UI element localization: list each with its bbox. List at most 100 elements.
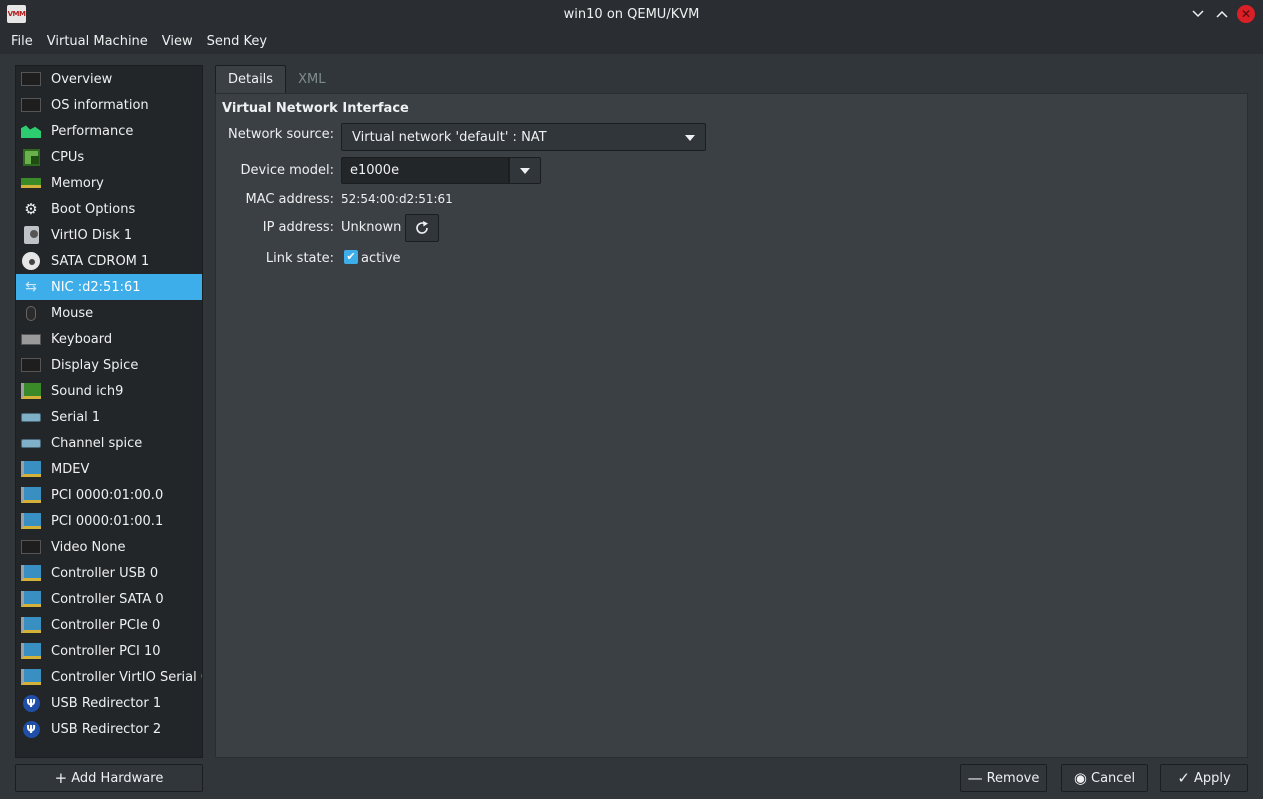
pci-card-icon bbox=[21, 460, 41, 478]
gear-icon: ⚙ bbox=[24, 200, 38, 218]
sidebar-item-overview[interactable]: Overview bbox=[16, 66, 202, 92]
sidebar-item-channel-spice[interactable]: Channel spice bbox=[16, 430, 202, 456]
performance-chart-icon bbox=[21, 122, 41, 140]
sidebar-item-label: PCI 0000:01:00.0 bbox=[51, 487, 164, 503]
cancel-label: Cancel bbox=[1091, 770, 1136, 786]
sidebar-item-label: Controller VirtIO Serial 0 bbox=[51, 669, 203, 685]
cancel-circle-icon: ◉ bbox=[1073, 769, 1088, 787]
monitor-icon bbox=[21, 538, 41, 556]
cpu-chip-icon bbox=[21, 148, 41, 166]
add-hardware-label: Add Hardware bbox=[71, 770, 164, 786]
sidebar-item-label: Controller PCI 10 bbox=[51, 643, 161, 659]
sidebar-item-nic-d2-51-61[interactable]: ⇆ NIC :d2:51:61 bbox=[16, 274, 202, 300]
sidebar-item-controller-usb-0[interactable]: Controller USB 0 bbox=[16, 560, 202, 586]
sidebar-item-sata-cdrom-1[interactable]: SATA CDROM 1 bbox=[16, 248, 202, 274]
sidebar-item-mouse[interactable]: Mouse bbox=[16, 300, 202, 326]
sidebar-item-os-information[interactable]: OS information bbox=[16, 92, 202, 118]
sidebar-item-controller-virtio-serial-0[interactable]: Controller VirtIO Serial 0 bbox=[16, 664, 202, 690]
cdrom-icon bbox=[21, 252, 41, 270]
chevron-up-icon bbox=[1216, 10, 1228, 18]
sidebar-item-label: SATA CDROM 1 bbox=[51, 253, 150, 269]
sidebar-item-usb-redirector-1[interactable]: Ψ USB Redirector 1 bbox=[16, 690, 202, 716]
hard-disk-icon bbox=[21, 226, 41, 244]
apply-button[interactable]: ✓ Apply bbox=[1160, 764, 1248, 792]
cancel-button[interactable]: ◉ Cancel bbox=[1061, 764, 1148, 792]
refresh-icon bbox=[416, 221, 428, 234]
sidebar-item-cpus[interactable]: CPUs bbox=[16, 144, 202, 170]
sidebar-item-serial-1[interactable]: Serial 1 bbox=[16, 404, 202, 430]
sidebar-item-label: USB Redirector 2 bbox=[51, 721, 162, 737]
details-panel: Details XML Virtual Network Interface Ne… bbox=[215, 65, 1248, 758]
serial-port-icon bbox=[21, 434, 41, 452]
sidebar-item-video-none[interactable]: Video None bbox=[16, 534, 202, 560]
sidebar-item-controller-sata-0[interactable]: Controller SATA 0 bbox=[16, 586, 202, 612]
add-hardware-button[interactable]: + Add Hardware bbox=[15, 764, 203, 792]
network-icon: ⇆ bbox=[25, 279, 37, 295]
ip-address-label: IP address: bbox=[262, 220, 334, 235]
sidebar-item-label: Channel spice bbox=[51, 435, 143, 451]
pci-card-icon bbox=[21, 486, 41, 504]
sidebar-item-usb-redirector-2[interactable]: Ψ USB Redirector 2 bbox=[16, 716, 202, 742]
device-model-input[interactable]: e1000e bbox=[341, 157, 509, 184]
ip-address-value: Unknown bbox=[341, 220, 402, 235]
tab-details[interactable]: Details bbox=[215, 65, 287, 93]
close-window-button[interactable]: ✕ bbox=[1237, 5, 1255, 23]
sidebar-item-label: VirtIO Disk 1 bbox=[51, 227, 133, 243]
menu-view[interactable]: View bbox=[155, 34, 200, 49]
device-model-value: e1000e bbox=[350, 163, 400, 178]
menu-bar: File Virtual Machine View Send Key bbox=[0, 29, 1263, 54]
sidebar-item-virtio-disk-1[interactable]: VirtIO Disk 1 bbox=[16, 222, 202, 248]
sidebar-item-boot-options[interactable]: ⚙ Boot Options bbox=[16, 196, 202, 222]
sidebar-item-pci-0000-01-00-0[interactable]: PCI 0000:01:00.0 bbox=[16, 482, 202, 508]
pci-card-icon bbox=[21, 590, 41, 608]
menu-file[interactable]: File bbox=[4, 34, 40, 49]
sidebar-item-label: Sound ich9 bbox=[51, 383, 124, 399]
sidebar-item-mdev[interactable]: MDEV bbox=[16, 456, 202, 482]
title-bar: VMM win10 on QEMU/KVM ✕ bbox=[0, 0, 1263, 29]
sidebar-item-label: Controller PCIe 0 bbox=[51, 617, 161, 633]
sidebar-item-label: Display Spice bbox=[51, 357, 139, 373]
maximize-button[interactable] bbox=[1213, 5, 1231, 23]
sidebar-item-memory[interactable]: Memory bbox=[16, 170, 202, 196]
sidebar-item-label: CPUs bbox=[51, 149, 85, 165]
sidebar-item-label: Performance bbox=[51, 123, 134, 139]
sidebar-item-sound-ich9[interactable]: Sound ich9 bbox=[16, 378, 202, 404]
remove-label: Remove bbox=[986, 770, 1040, 786]
chevron-down-icon bbox=[1192, 10, 1204, 18]
remove-button[interactable]: — Remove bbox=[960, 764, 1047, 792]
sidebar-item-label: Controller SATA 0 bbox=[51, 591, 164, 607]
virt-manager-logo-icon: VMM bbox=[7, 5, 26, 23]
sidebar-item-controller-pcie-0[interactable]: Controller PCIe 0 bbox=[16, 612, 202, 638]
sidebar-item-pci-0000-01-00-1[interactable]: PCI 0000:01:00.1 bbox=[16, 508, 202, 534]
sidebar-item-keyboard[interactable]: Keyboard bbox=[16, 326, 202, 352]
checkmark-icon: ✓ bbox=[1177, 769, 1190, 787]
sidebar-item-controller-pci-10[interactable]: Controller PCI 10 bbox=[16, 638, 202, 664]
sidebar-item-label: OS information bbox=[51, 97, 149, 113]
close-icon: ✕ bbox=[1240, 7, 1252, 21]
memory-module-icon bbox=[21, 174, 41, 192]
tab-xml[interactable]: XML bbox=[286, 65, 337, 93]
minimize-button[interactable] bbox=[1189, 5, 1207, 23]
network-source-value: Virtual network 'default' : NAT bbox=[352, 129, 547, 145]
sidebar-item-label: NIC :d2:51:61 bbox=[51, 279, 141, 295]
device-model-label: Device model: bbox=[240, 163, 334, 178]
network-source-dropdown[interactable]: Virtual network 'default' : NAT bbox=[341, 123, 706, 151]
window-title: win10 on QEMU/KVM bbox=[563, 7, 700, 22]
menu-send-key[interactable]: Send Key bbox=[200, 34, 274, 49]
refresh-ip-button[interactable] bbox=[405, 214, 439, 242]
link-state-value: active bbox=[361, 251, 401, 266]
section-title: Virtual Network Interface bbox=[222, 101, 409, 116]
menu-virtual-machine[interactable]: Virtual Machine bbox=[40, 34, 155, 49]
sidebar-item-label: USB Redirector 1 bbox=[51, 695, 162, 711]
sidebar-item-label: Mouse bbox=[51, 305, 94, 321]
device-model-dropdown-button[interactable] bbox=[509, 157, 541, 184]
monitor-icon bbox=[21, 356, 41, 374]
link-state-checkbox[interactable]: ✔ bbox=[344, 250, 358, 264]
tab-bar: Details XML bbox=[215, 65, 1248, 93]
monitor-icon bbox=[21, 96, 41, 114]
sidebar-item-display-spice[interactable]: Display Spice bbox=[16, 352, 202, 378]
sidebar-item-performance[interactable]: Performance bbox=[16, 118, 202, 144]
monitor-icon bbox=[21, 70, 41, 88]
sidebar-item-label: MDEV bbox=[51, 461, 90, 477]
plus-icon: + bbox=[54, 769, 68, 787]
